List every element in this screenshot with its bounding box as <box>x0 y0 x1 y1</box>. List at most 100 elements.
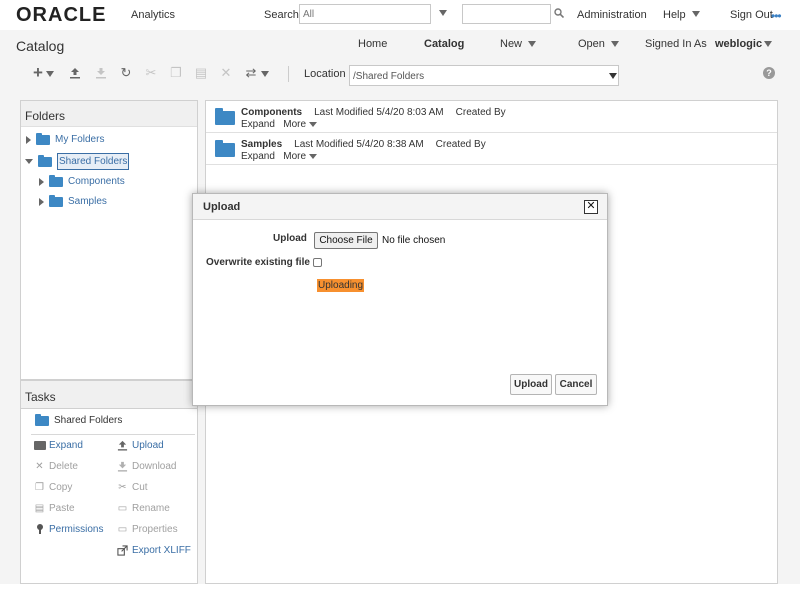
permissions-icon <box>33 523 46 535</box>
task-label[interactable]: Upload <box>132 440 164 451</box>
more-menu[interactable]: More <box>283 119 306 130</box>
task-label[interactable]: Properties <box>132 524 178 535</box>
help-chevron-down-icon[interactable] <box>692 11 700 17</box>
more-chevron-down-icon[interactable] <box>309 121 318 127</box>
search-scope-caret-icon[interactable] <box>439 10 447 16</box>
expand-arrow-icon[interactable] <box>39 177 44 186</box>
signed-in-label: Signed In As <box>645 38 707 50</box>
location-select[interactable]: /Shared Folders <box>349 65 619 86</box>
move-arrows-icon[interactable]: ⇄ <box>243 65 259 81</box>
cut-icon[interactable]: ✂ <box>143 65 159 81</box>
expand-link[interactable]: Expand <box>241 119 275 130</box>
tree-item-label[interactable]: Shared Folders <box>57 153 130 170</box>
tree-item-components[interactable]: Components <box>39 174 125 187</box>
help-menu[interactable]: Help <box>663 9 686 21</box>
choose-file-button[interactable]: Choose File <box>314 232 378 249</box>
search-label: Search <box>264 9 299 21</box>
task-label[interactable]: Expand <box>49 440 83 451</box>
overwrite-checkbox[interactable] <box>313 258 322 267</box>
list-item[interactable]: Components Last Modified 5/4/20 8:03 AM Cr… <box>206 101 777 133</box>
expand-arrow-icon[interactable] <box>39 197 44 206</box>
paste-icon[interactable]: ▤ <box>193 65 209 81</box>
administration-link[interactable]: Administration <box>577 9 647 21</box>
item-created: Created By <box>435 139 486 150</box>
tasks-panel-header: Tasks <box>21 381 197 409</box>
sign-out-link[interactable]: Sign Out <box>730 9 773 21</box>
delete-icon: ✕ <box>35 460 44 472</box>
task-rename[interactable]: ▭ Rename <box>116 502 170 514</box>
tree-item-label[interactable]: Components <box>68 176 125 187</box>
tree-item-shared-folders[interactable]: Shared Folders <box>25 153 130 170</box>
task-label[interactable]: Export XLIFF <box>132 545 191 556</box>
task-delete[interactable]: ✕ Delete <box>33 460 78 472</box>
task-cut[interactable]: ✂ Cut <box>116 481 148 493</box>
task-download[interactable]: Download <box>116 460 176 472</box>
download-icon <box>116 460 129 472</box>
search-icon[interactable] <box>554 8 564 18</box>
item-name[interactable]: Components <box>241 107 302 118</box>
copy-icon: ❐ <box>35 481 44 493</box>
item-name[interactable]: Samples <box>241 139 282 150</box>
task-export-xliff[interactable]: Export XLIFF <box>116 544 191 556</box>
task-label[interactable]: Download <box>132 461 176 472</box>
copy-icon[interactable]: ❐ <box>168 65 184 81</box>
new-plus-icon[interactable]: + <box>30 63 46 82</box>
task-expand[interactable]: Expand <box>33 439 83 451</box>
new-plus-chevron-down-icon[interactable] <box>46 71 54 77</box>
help-icon[interactable]: ? <box>763 67 775 79</box>
export-icon <box>116 544 129 556</box>
new-chevron-down-icon[interactable] <box>528 41 536 47</box>
nav-open[interactable]: Open <box>578 38 605 50</box>
list-item[interactable]: Samples Last Modified 5/4/20 8:38 AM Creat… <box>206 133 777 165</box>
upload-dialog: Upload ✕ Upload Choose File No file chos… <box>192 193 608 406</box>
folder-icon[interactable] <box>215 108 235 125</box>
folder-icon[interactable] <box>215 140 235 157</box>
tree-item-label[interactable]: My Folders <box>55 134 104 145</box>
task-paste[interactable]: ▤ Paste <box>33 502 75 514</box>
open-chevron-down-icon[interactable] <box>611 41 619 47</box>
task-label[interactable]: Cut <box>132 482 148 493</box>
task-copy[interactable]: ❐ Copy <box>33 481 72 493</box>
location-chevron-down-icon[interactable] <box>609 73 617 79</box>
more-options-icon[interactable]: ••• <box>771 9 782 23</box>
delete-icon[interactable]: ✕ <box>218 65 234 81</box>
product-name: Analytics <box>131 9 176 21</box>
task-properties[interactable]: ▭ Properties <box>116 523 178 535</box>
collapse-arrow-icon[interactable] <box>25 159 33 164</box>
task-label[interactable]: Copy <box>49 482 72 493</box>
more-menu[interactable]: More <box>283 151 306 162</box>
close-icon[interactable]: ✕ <box>584 200 598 214</box>
more-chevron-down-icon[interactable] <box>309 153 318 159</box>
catalog-header: Catalog Home Catalog New Open Signed In … <box>0 30 800 60</box>
download-icon[interactable] <box>93 65 109 81</box>
upload-field-label: Upload <box>273 233 307 244</box>
move-chevron-down-icon[interactable] <box>261 71 269 77</box>
nav-new[interactable]: New <box>500 38 522 50</box>
task-label[interactable]: Delete <box>49 461 78 472</box>
refresh-icon[interactable]: ↻ <box>118 65 134 81</box>
task-permissions[interactable]: Permissions <box>33 523 103 535</box>
expand-arrow-icon[interactable] <box>26 135 31 144</box>
properties-icon: ▭ <box>117 523 128 535</box>
nav-home[interactable]: Home <box>358 38 387 50</box>
search-scope-select[interactable]: All <box>299 4 431 24</box>
task-label[interactable]: Paste <box>49 503 75 514</box>
user-chevron-down-icon[interactable] <box>764 41 772 47</box>
task-upload[interactable]: Upload <box>116 439 164 451</box>
cancel-button[interactable]: Cancel <box>555 374 597 395</box>
search-input[interactable] <box>462 4 551 24</box>
expand-link[interactable]: Expand <box>241 151 275 162</box>
user-menu[interactable]: weblogic <box>715 38 762 50</box>
folders-panel-header: Folders <box>21 101 197 127</box>
task-label[interactable]: Rename <box>132 503 170 514</box>
tree-item-label[interactable]: Samples <box>68 196 107 207</box>
tree-item-my-folders[interactable]: My Folders <box>26 132 104 145</box>
upload-button[interactable]: Upload <box>510 374 552 395</box>
task-label[interactable]: Permissions <box>49 524 103 535</box>
dialog-header: Upload ✕ <box>193 194 607 220</box>
tree-item-samples[interactable]: Samples <box>39 194 107 207</box>
folders-panel: Folders My Folders Shared Folders Compon… <box>20 100 198 380</box>
uploading-status: Uploading <box>317 279 365 292</box>
nav-catalog[interactable]: Catalog <box>424 38 464 50</box>
upload-icon[interactable] <box>67 65 83 81</box>
